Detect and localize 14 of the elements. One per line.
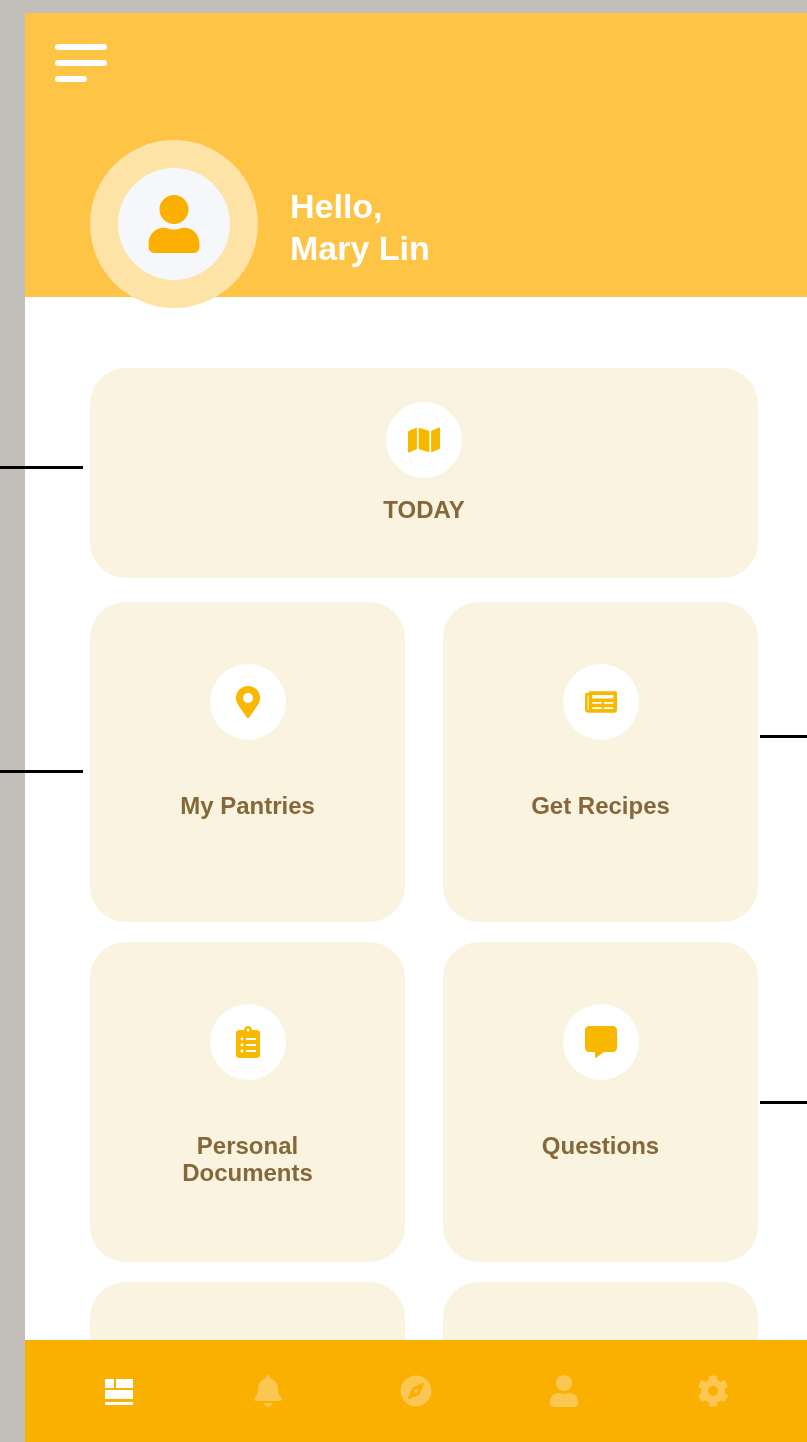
settings-icon	[696, 1375, 729, 1407]
user-name: Mary Lin	[290, 228, 430, 269]
menu-card[interactable]: Questions	[443, 942, 758, 1262]
leader-line	[760, 1101, 807, 1104]
speech-bubble-icon	[584, 1026, 617, 1058]
compass-icon	[399, 1375, 432, 1407]
today-card[interactable]: TODAY	[90, 368, 758, 578]
menu-card[interactable]: Get Recipes	[443, 602, 758, 922]
menu-card[interactable]: My Pantries	[90, 602, 405, 922]
user-icon	[548, 1375, 581, 1407]
menu-card[interactable]: Personal Documents	[90, 942, 405, 1262]
leader-line	[760, 735, 807, 738]
greeting-text: Hello,	[290, 186, 384, 227]
bell-icon	[251, 1375, 284, 1407]
